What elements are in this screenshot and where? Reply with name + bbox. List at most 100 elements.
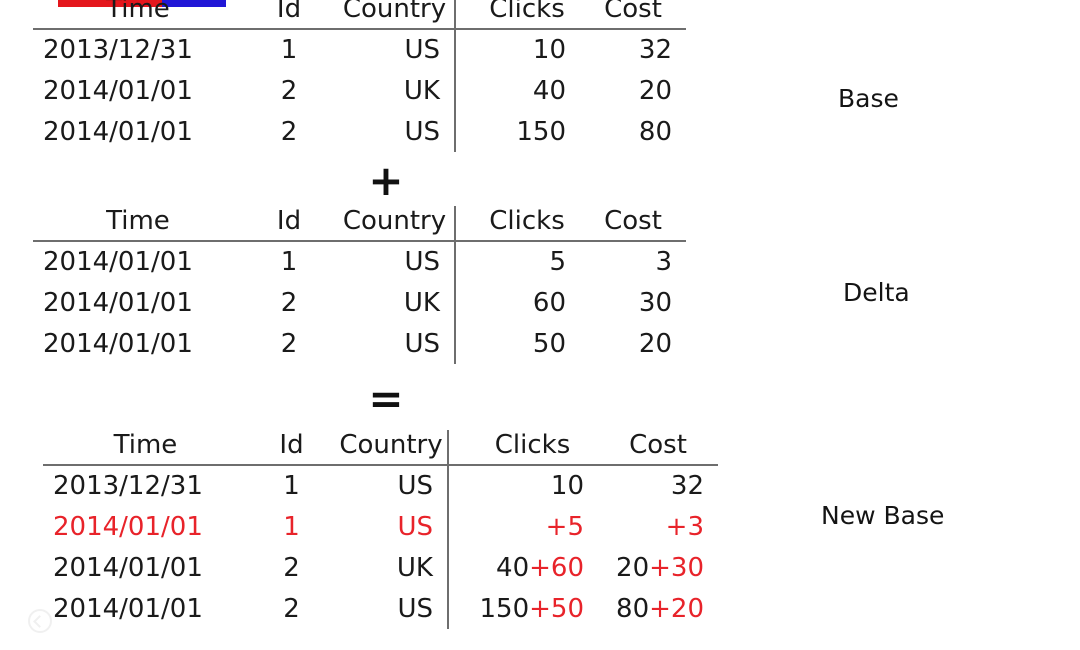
cell-country: UK <box>335 547 449 588</box>
table-header-row: Time Id Country Clicks Cost <box>33 0 686 29</box>
cell-clicks: 150+50 <box>448 588 598 629</box>
table-row: 2014/01/01 2 US 150 80 <box>33 111 686 152</box>
cell-country: UK <box>335 282 456 323</box>
base-table: Time Id Country Clicks Cost 2013/12/31 1… <box>33 0 686 152</box>
table-row-new: 2014/01/01 1 US +5 +3 <box>43 506 718 547</box>
column-header-clicks: Clicks <box>489 206 565 236</box>
column-header-country: Country <box>335 430 449 465</box>
new-base-caption: New Base <box>821 501 945 530</box>
cell-clicks: 150 <box>516 116 566 147</box>
cell-id: 1 <box>280 35 298 65</box>
cell-country: US <box>335 29 456 70</box>
table-row: 2013/12/31 1 US 10 32 <box>43 465 718 506</box>
column-header-cost: Cost <box>604 0 662 24</box>
cell-id: 2 <box>280 328 298 359</box>
cell-time: 2014/01/01 <box>43 116 193 147</box>
cell-time: 2014/01/01 <box>53 593 203 624</box>
delta-table: Time Id Country Clicks Cost 2014/01/01 1… <box>33 206 686 364</box>
base-table-block: Time Id Country Clicks Cost 2013/12/31 1… <box>33 0 686 152</box>
cell-clicks: 10 <box>532 35 566 65</box>
base-caption: Base <box>838 84 899 113</box>
cell-clicks: 60 <box>532 287 566 318</box>
cell-cost: 30 <box>638 287 672 318</box>
table-row: 2014/01/01 2 US 150+50 80+20 <box>43 588 718 629</box>
column-header-clicks: Clicks <box>494 430 571 460</box>
cell-country: US <box>335 506 449 547</box>
cell-cost: 20 <box>638 75 672 106</box>
equals-operator: = <box>368 374 404 423</box>
cell-cost: 80+20 <box>598 588 718 629</box>
cell-cost: 32 <box>598 465 718 506</box>
cell-time: 2014/01/01 <box>43 247 193 277</box>
cell-time: 2013/12/31 <box>53 471 203 501</box>
cell-id: 2 <box>280 287 298 318</box>
cell-clicks: +5 <box>448 506 598 547</box>
cell-time: 2014/01/01 <box>53 511 203 542</box>
column-header-clicks: Clicks <box>489 0 565 24</box>
column-header-id: Id <box>276 0 302 24</box>
cell-id: 1 <box>283 471 300 501</box>
column-header-id: Id <box>279 430 304 460</box>
column-header-time: Time <box>106 206 170 236</box>
table-header-row: Time Id Country Clicks Cost <box>43 430 718 465</box>
table-row: 2013/12/31 1 US 10 32 <box>33 29 686 70</box>
cost-delta-value: +30 <box>649 552 704 583</box>
new-base-table-block: Time Id Country Clicks Cost 2013/12/31 1… <box>43 430 718 629</box>
clicks-delta-value: +50 <box>529 593 584 624</box>
cell-id: 2 <box>280 75 298 106</box>
cell-clicks: 40 <box>532 75 566 106</box>
column-header-time: Time <box>113 430 178 460</box>
cell-id: 2 <box>283 552 300 583</box>
cell-clicks: 40+60 <box>448 547 598 588</box>
cost-delta-value: +3 <box>665 511 704 542</box>
cost-base-value: 20 <box>616 552 650 583</box>
cell-country: UK <box>335 70 456 111</box>
column-header-country: Country <box>335 206 456 241</box>
cell-cost: 20+30 <box>598 547 718 588</box>
cost-base-value: 80 <box>616 593 650 624</box>
cost-base-value: 32 <box>670 471 704 501</box>
cell-country: US <box>335 111 456 152</box>
column-header-id: Id <box>276 206 302 236</box>
cell-clicks: 10 <box>448 465 598 506</box>
new-base-table: Time Id Country Clicks Cost 2013/12/31 1… <box>43 430 718 629</box>
cell-country: US <box>335 241 456 282</box>
clicks-delta-value: +5 <box>545 511 584 542</box>
cell-id: 2 <box>283 593 300 624</box>
table-row: 2014/01/01 2 US 50 20 <box>33 323 686 364</box>
cell-time: 2014/01/01 <box>43 287 193 318</box>
cell-cost: 80 <box>638 116 672 147</box>
cell-cost: 20 <box>638 328 672 359</box>
cell-country: US <box>335 588 449 629</box>
cell-time: 2014/01/01 <box>43 75 193 106</box>
clicks-delta-value: +60 <box>529 552 584 583</box>
cell-country: US <box>335 323 456 364</box>
delta-table-block: Time Id Country Clicks Cost 2014/01/01 1… <box>33 206 686 364</box>
clicks-base-value: 10 <box>550 471 584 501</box>
column-header-cost: Cost <box>604 206 662 236</box>
column-header-country: Country <box>335 0 456 29</box>
table-row: 2014/01/01 2 UK 60 30 <box>33 282 686 323</box>
cell-cost: 32 <box>638 35 672 65</box>
table-header-row: Time Id Country Clicks Cost <box>33 206 686 241</box>
column-header-cost: Cost <box>629 430 687 460</box>
delta-caption: Delta <box>843 278 910 307</box>
plus-operator: + <box>368 156 404 205</box>
cell-id: 1 <box>280 247 298 277</box>
clicks-base-value: 40 <box>496 552 530 583</box>
table-row: 2014/01/01 2 UK 40 20 <box>33 70 686 111</box>
cost-delta-value: +20 <box>649 593 704 624</box>
cell-clicks: 50 <box>532 328 566 359</box>
cell-time: 2014/01/01 <box>53 552 203 583</box>
cell-id: 1 <box>283 511 300 542</box>
cell-clicks: 5 <box>549 247 566 277</box>
cell-time: 2014/01/01 <box>43 328 193 359</box>
cell-country: US <box>335 465 449 506</box>
column-header-time: Time <box>106 0 170 24</box>
table-row: 2014/01/01 1 US 5 3 <box>33 241 686 282</box>
cell-id: 2 <box>280 116 298 147</box>
cell-time: 2013/12/31 <box>43 35 193 65</box>
clicks-base-value: 150 <box>479 593 530 624</box>
cell-cost: 3 <box>655 247 672 277</box>
cell-cost: +3 <box>598 506 718 547</box>
